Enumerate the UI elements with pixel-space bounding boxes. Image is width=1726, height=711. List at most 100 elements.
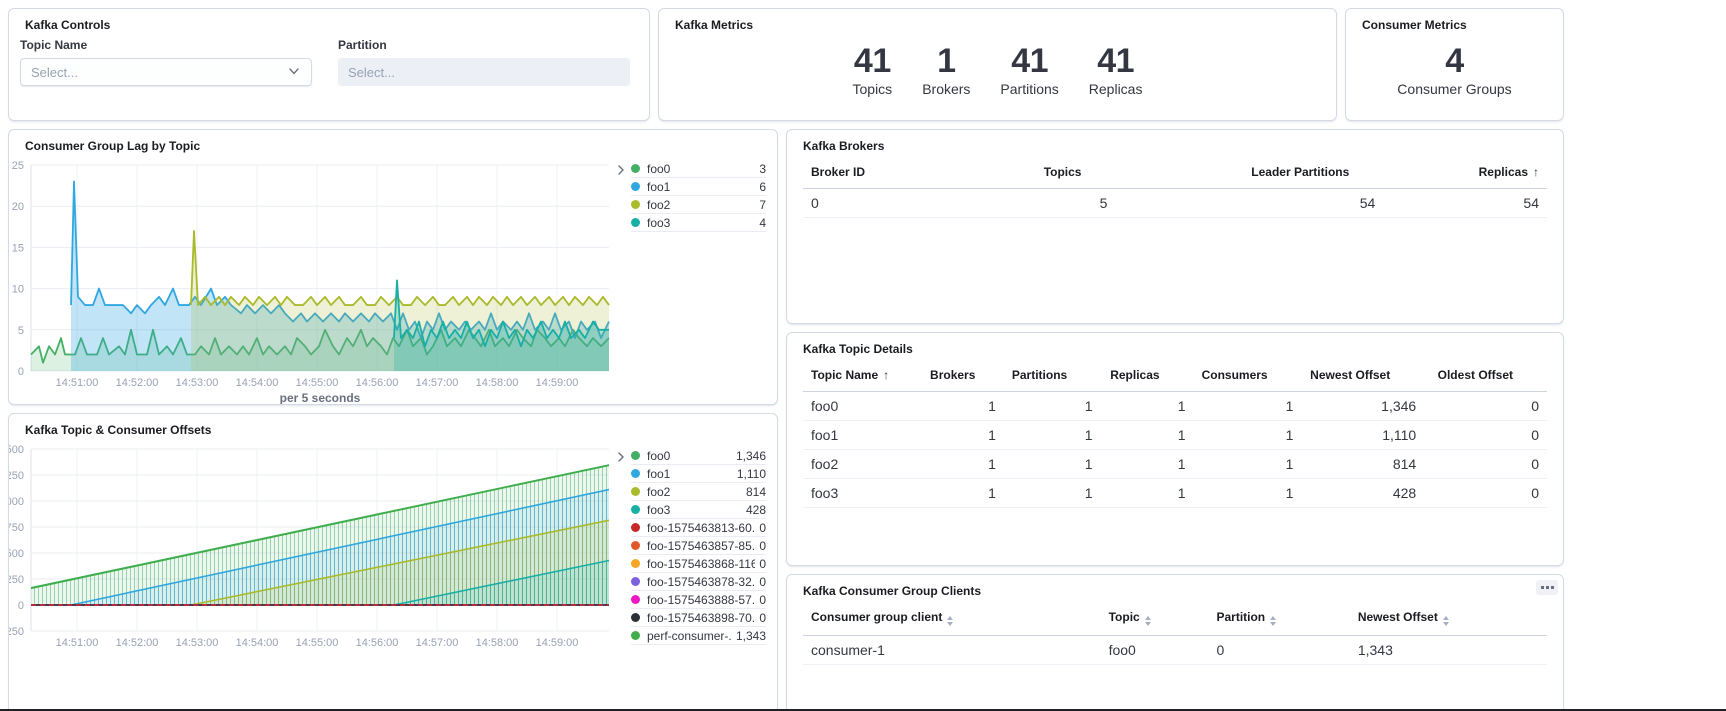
table-row: 055454: [803, 189, 1547, 218]
series-color-dot: [631, 595, 640, 604]
series-color-dot: [631, 451, 640, 460]
panel-kafka-topic-details: Kafka Topic Details Topic Name↑BrokersPa…: [786, 332, 1564, 566]
cell-topic: foo0: [1101, 636, 1209, 665]
legend-item-foo0[interactable]: foo01,346: [631, 447, 766, 465]
legend-label: foo2: [647, 198, 670, 212]
sort-carets-icon: [947, 616, 953, 626]
expand-legend-icon[interactable]: [616, 163, 626, 175]
cell-topic-name: foo2: [803, 450, 922, 479]
legend-item-foo-1575463888-57[interactable]: foo-1575463888-57...0: [631, 591, 766, 609]
brokers-table: Broker IDTopicsLeader PartitionsReplicas…: [803, 158, 1547, 218]
svg-text:0: 0: [18, 600, 24, 612]
cell-consumers: 1: [1194, 421, 1302, 450]
legend-label: foo3: [647, 503, 670, 517]
cell-replicas: 1: [1101, 421, 1194, 450]
sort-carets-icon: [1145, 616, 1151, 626]
cell-topic-name: foo0: [803, 392, 922, 421]
column-header-brokers[interactable]: Brokers: [922, 361, 1004, 392]
column-header-broker-id[interactable]: Broker ID: [803, 158, 996, 189]
legend-item-foo3[interactable]: foo3428: [631, 501, 766, 519]
offsets-chart-legend: foo01,346foo11,110foo2814foo3428foo-1575…: [631, 447, 766, 645]
column-header-topic[interactable]: Topic: [1101, 603, 1209, 636]
column-header-topic-name[interactable]: Topic Name↑: [803, 361, 922, 392]
svg-text:10: 10: [12, 284, 24, 296]
column-header-partition[interactable]: Partition: [1208, 603, 1349, 636]
svg-text:14:54:00: 14:54:00: [236, 377, 279, 389]
cell-partitions: 1: [1004, 450, 1101, 479]
cell-replicas: 1: [1101, 479, 1194, 508]
column-header-replicas[interactable]: Replicas↑: [1383, 158, 1547, 189]
offsets-chart[interactable]: -25002505007501,0001,2501,50014:51:0014:…: [9, 440, 621, 656]
sort-ascending-icon: ↑: [883, 368, 889, 382]
series-color-dot: [631, 559, 640, 568]
legend-label: foo1: [647, 180, 670, 194]
partition-select[interactable]: Select...: [338, 58, 630, 86]
svg-text:14:55:00: 14:55:00: [296, 637, 339, 649]
legend-item-perf-consumer[interactable]: perf-consumer-...1,343: [631, 627, 766, 645]
svg-text:-250: -250: [9, 626, 24, 638]
svg-text:15: 15: [12, 242, 24, 254]
panel-consumer-group-lag: Consumer Group Lag by Topic 051015202514…: [8, 129, 778, 405]
legend-item-foo-1575463813-60[interactable]: foo-1575463813-60...0: [631, 519, 766, 537]
legend-item-foo-1575463857-85[interactable]: foo-1575463857-85...0: [631, 537, 766, 555]
legend-value: 3: [755, 162, 766, 176]
expand-legend-icon[interactable]: [616, 450, 626, 462]
column-header-topics[interactable]: Topics: [996, 158, 1115, 189]
cell-partitions: 1: [1004, 421, 1101, 450]
lag-chart-legend: foo03 foo1 6 foo27foo34: [631, 160, 766, 232]
legend-item-foo-1575463878-32[interactable]: foo-1575463878-32...0: [631, 573, 766, 591]
legend-label: foo-1575463813-60...: [647, 521, 755, 535]
metric-label: Topics: [853, 81, 893, 97]
panel-title: Consumer Group Lag by Topic: [25, 139, 200, 153]
column-header-newest-offset[interactable]: Newest Offset: [1350, 603, 1547, 636]
legend-value: 1,110: [733, 467, 766, 481]
topic-name-select[interactable]: Select...: [20, 58, 312, 86]
series-color-dot: [631, 469, 640, 478]
legend-item-foo2[interactable]: foo27: [631, 196, 766, 214]
column-header-consumer-group-client[interactable]: Consumer group client: [803, 603, 1101, 636]
series-color-dot: [631, 613, 640, 622]
column-header-leader-partitions[interactable]: Leader Partitions: [1115, 158, 1383, 189]
metric-value: 1: [937, 44, 955, 79]
legend-item-foo2[interactable]: foo2814: [631, 483, 766, 501]
legend-item-foo-1575463898-70[interactable]: foo-1575463898-70...0: [631, 609, 766, 627]
legend-item-foo-1575463868-116[interactable]: foo-1575463868-116...0: [631, 555, 766, 573]
svg-text:14:57:00: 14:57:00: [416, 637, 459, 649]
legend-item-foo1[interactable]: foo11,110: [631, 465, 766, 483]
metric-label: Partitions: [1000, 81, 1058, 97]
svg-text:14:53:00: 14:53:00: [176, 637, 219, 649]
partition-label: Partition: [338, 38, 630, 52]
series-color-dot: [631, 541, 640, 550]
cell-newest-offset: 1,343: [1350, 636, 1547, 665]
panel-options-icon[interactable]: [1536, 580, 1558, 595]
legend-value: 6: [755, 180, 766, 194]
panel-topic-consumer-offsets: Kafka Topic & Consumer Offsets -25002505…: [8, 413, 778, 711]
chevron-down-icon: [287, 64, 301, 81]
metric-topics: 41 Topics: [853, 44, 893, 97]
column-header-consumers[interactable]: Consumers: [1194, 361, 1302, 392]
legend-item-foo0[interactable]: foo03: [631, 160, 766, 178]
column-header-replicas[interactable]: Replicas: [1101, 361, 1194, 392]
metric-consumer-groups: 4 Consumer Groups: [1397, 44, 1511, 97]
column-header-oldest-offset[interactable]: Oldest Offset: [1424, 361, 1547, 392]
topic-name-placeholder: Select...: [31, 65, 78, 80]
metrics-row: 4 Consumer Groups: [1346, 9, 1563, 120]
legend-label: foo2: [647, 485, 670, 499]
controls-row: Topic Name Select... Partition Select...: [20, 38, 630, 86]
data-table: Topic Name↑BrokersPartitionsReplicasCons…: [803, 361, 1547, 508]
lag-chart[interactable]: 051015202514:51:0014:52:0014:53:0014:54:…: [9, 156, 621, 404]
column-header-newest-offset[interactable]: Newest Offset: [1301, 361, 1424, 392]
kafka-dashboard: Kafka Controls Topic Name Select... Part…: [0, 0, 1726, 711]
series-color-dot: [631, 164, 640, 173]
legend-label: foo-1575463898-70...: [647, 611, 755, 625]
svg-text:14:58:00: 14:58:00: [476, 637, 519, 649]
svg-text:14:56:00: 14:56:00: [356, 377, 399, 389]
legend-item-foo3[interactable]: foo34: [631, 214, 766, 232]
legend-value: 1,346: [732, 449, 766, 463]
panel-title: Kafka Topic & Consumer Offsets: [25, 423, 211, 437]
legend-item-foo1[interactable]: foo1 6: [631, 178, 766, 196]
panel-kafka-controls: Kafka Controls Topic Name Select... Part…: [8, 8, 650, 121]
metrics-row: 41 Topics 1 Brokers 41 Partitions 41 Rep…: [659, 9, 1336, 120]
cell-partitions: 1: [1004, 479, 1101, 508]
column-header-partitions[interactable]: Partitions: [1004, 361, 1101, 392]
